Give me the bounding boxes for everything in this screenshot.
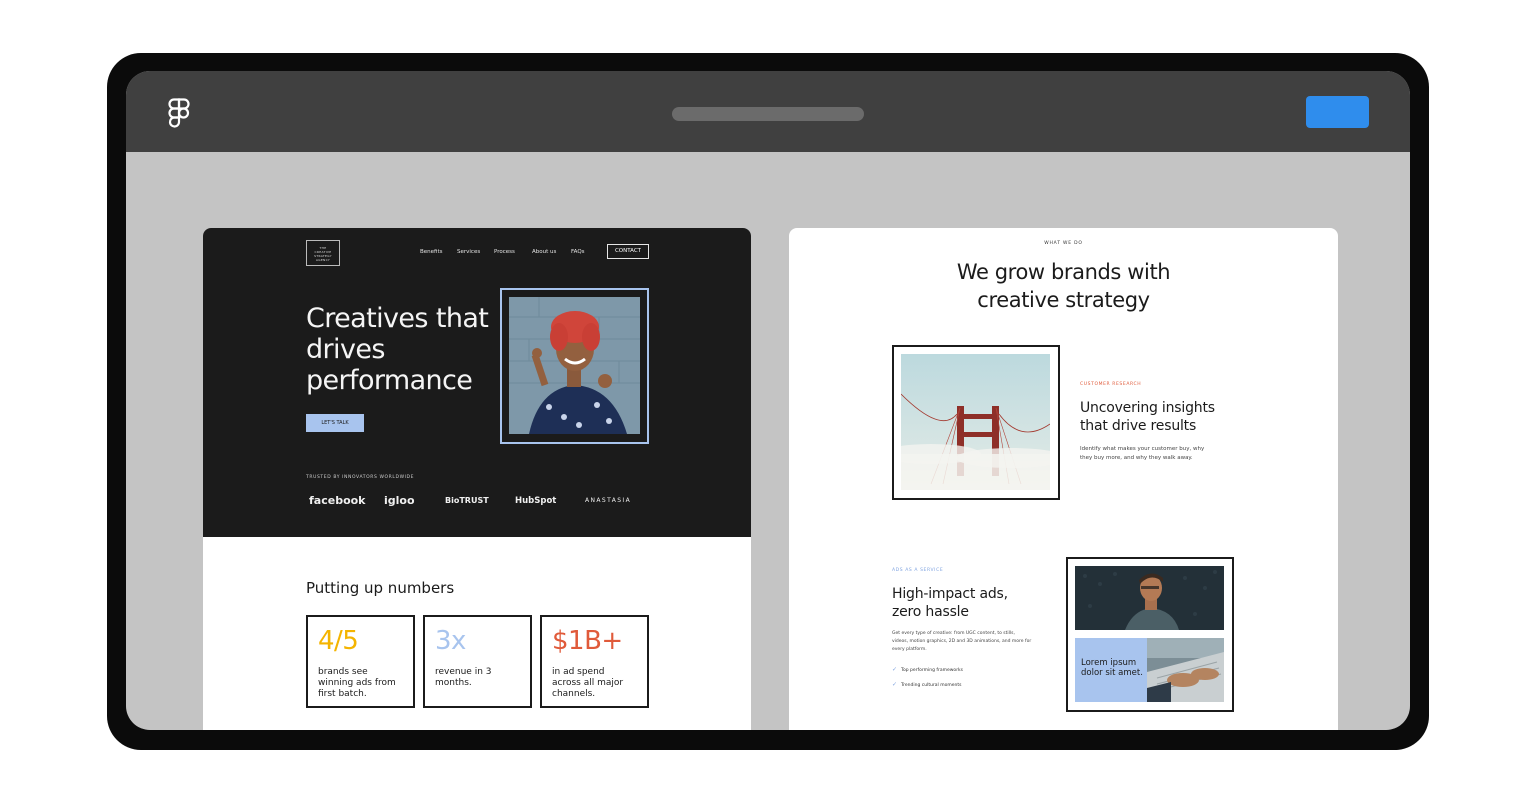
hero-section: THE CREATIVE STRATEGY AGENCY Benefits Se… [203, 228, 751, 537]
nav-services[interactable]: Services [457, 249, 480, 255]
section-title: We grow brands with creative strategy [789, 258, 1338, 314]
stat-description: brands see winning ads from first batch. [318, 667, 396, 699]
services-page-preview[interactable]: WHAT WE DO We grow brands with creative … [789, 228, 1338, 730]
app-window: THE CREATIVE STRATEGY AGENCY Benefits Se… [126, 71, 1410, 730]
stat-value: 3x [435, 626, 466, 656]
landing-page-preview[interactable]: THE CREATIVE STRATEGY AGENCY Benefits Se… [203, 228, 751, 730]
stat-value: 4/5 [318, 626, 359, 656]
hero-photo [509, 297, 640, 434]
logo-facebook: facebook [309, 494, 366, 507]
logo-igloo: igloo [384, 494, 415, 507]
nav-contact-button[interactable]: CONTACT [607, 244, 649, 259]
stat-card: 4/5 brands see winning ads from first ba… [306, 615, 415, 708]
check-item-label: Top performing frameworks [901, 668, 963, 673]
section-eyebrow: WHAT WE DO [1044, 241, 1083, 246]
trusted-by-label: TRUSTED BY INNOVATORS WORLDWIDE [306, 475, 415, 480]
numbers-heading: Putting up numbers [306, 579, 455, 597]
top-toolbar [126, 71, 1410, 152]
checkmark-icon: ✓ [892, 666, 898, 673]
logo-biotrust: BioTRUST [445, 496, 489, 505]
stat-card: 3x revenue in 3 months. [423, 615, 532, 708]
stat-card: $1B+ in ad spend across all major channe… [540, 615, 649, 708]
stat-description: in ad spend across all major channels. [552, 667, 624, 699]
bridge-photo [901, 354, 1050, 490]
check-item: ✓ Top performing frameworks [892, 666, 963, 673]
check-item-label: Trending cultural moments [901, 683, 962, 688]
hero-title: Creatives that drives performance [306, 303, 489, 396]
nav-about-us[interactable]: About us [532, 249, 556, 255]
nav-benefits[interactable]: Benefits [420, 249, 443, 255]
logo-anastasia: ANASTASIA [585, 497, 632, 504]
brand-logo-line: AGENCY [315, 258, 331, 262]
figma-logo-icon[interactable] [168, 98, 190, 130]
research-body: Identify what makes your customer buy, w… [1080, 446, 1205, 461]
share-button[interactable] [1306, 96, 1369, 128]
research-title: Uncovering insights that drive results [1080, 400, 1215, 434]
laptop-photo [1147, 638, 1224, 702]
ads-body: Get every type of creative: from UGC con… [892, 631, 1032, 652]
check-item: ✓ Trending cultural moments [892, 681, 961, 688]
checkmark-icon: ✓ [892, 681, 898, 688]
address-bar[interactable] [672, 107, 864, 121]
lets-talk-button[interactable]: LET'S TALK [306, 414, 364, 432]
ads-eyebrow: ADS AS A SERVICE [892, 568, 944, 573]
nav-faqs[interactable]: FAQs [571, 249, 585, 255]
ads-title: High-impact ads, zero hassle [892, 586, 1008, 620]
stat-description: revenue in 3 months. [435, 667, 492, 688]
brand-logo[interactable]: THE CREATIVE STRATEGY AGENCY [306, 240, 340, 266]
section-title-line: creative strategy [977, 288, 1150, 312]
logo-hubspot: HubSpot [515, 496, 557, 506]
section-title-line: We grow brands with [956, 260, 1171, 284]
stat-value: $1B+ [552, 626, 623, 656]
ads-callout-text: Lorem ipsum dolor sit amet. [1081, 658, 1143, 678]
man-photo [1075, 566, 1224, 630]
research-eyebrow: CUSTOMER RESEARCH [1080, 382, 1142, 387]
nav-process[interactable]: Process [494, 249, 515, 255]
